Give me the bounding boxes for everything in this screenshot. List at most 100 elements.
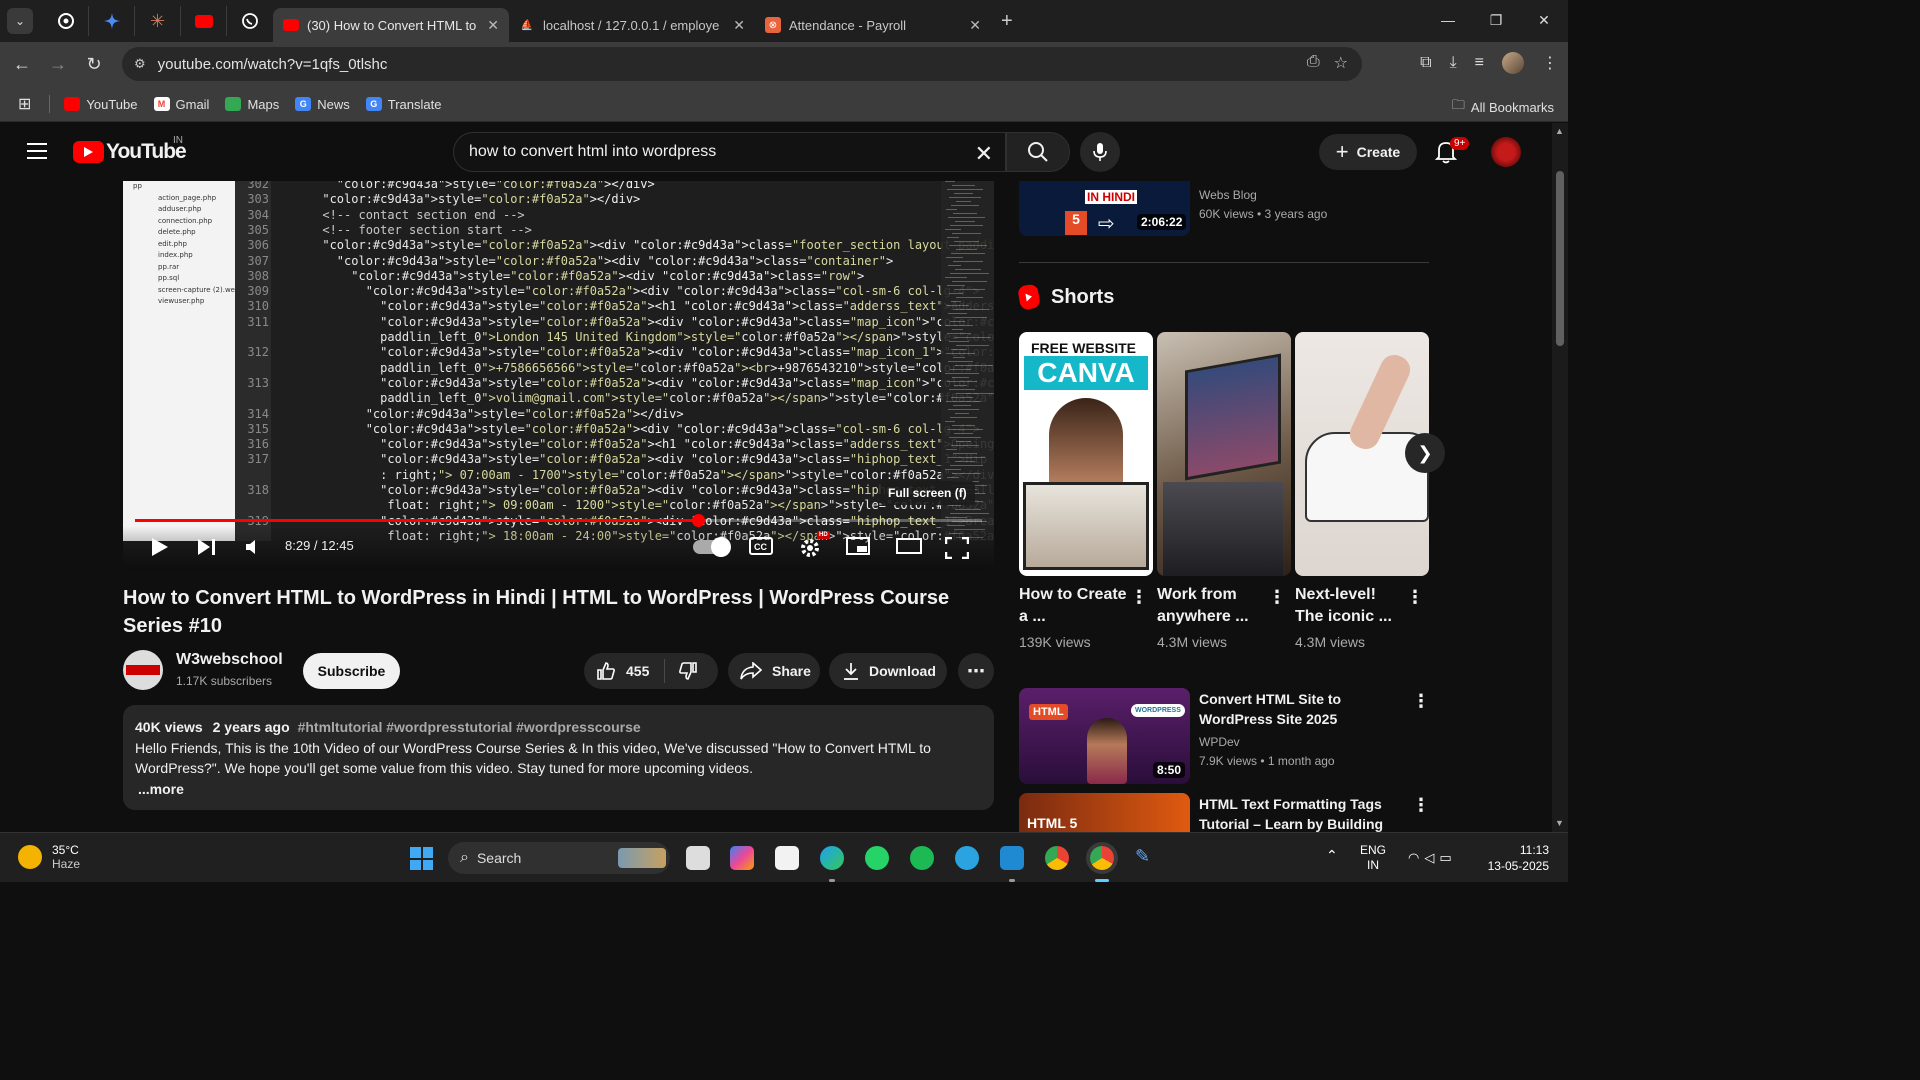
- extensions-icon[interactable]: ⧉: [1420, 54, 1431, 72]
- pen-icon[interactable]: ✎: [1135, 846, 1159, 870]
- close-window-icon[interactable]: ✕: [1520, 0, 1568, 40]
- pinned-tab-chatgpt[interactable]: [43, 6, 89, 36]
- scrollbar-thumb[interactable]: [1556, 171, 1564, 346]
- site-info-icon[interactable]: ⚙: [134, 56, 146, 72]
- channel-name[interactable]: W3webschool: [176, 651, 283, 669]
- close-tab-icon[interactable]: ✕: [733, 17, 745, 34]
- restore-icon[interactable]: ❐: [1472, 0, 1520, 40]
- chrome-icon[interactable]: [1045, 846, 1069, 870]
- profile-avatar[interactable]: [1502, 52, 1524, 74]
- pinned-tab-whatsapp[interactable]: [227, 6, 273, 36]
- bookmark-news[interactable]: G News: [295, 97, 350, 112]
- tab-search-menu-button[interactable]: ⌄: [7, 8, 33, 34]
- hashtags[interactable]: #htmltutorial #wordpresstutorial #wordpr…: [298, 719, 641, 735]
- short-menu-icon[interactable]: ⋮: [1406, 588, 1424, 606]
- scroll-up-icon[interactable]: ▲: [1555, 126, 1564, 136]
- download-button[interactable]: Download: [829, 653, 947, 689]
- whatsapp-icon[interactable]: [865, 846, 889, 870]
- new-tab-button[interactable]: +: [1001, 10, 1013, 33]
- video-menu-icon[interactable]: ⋮: [1412, 692, 1430, 710]
- media-controls-icon[interactable]: ≡: [1475, 54, 1484, 72]
- bookmark-maps[interactable]: Maps: [225, 97, 279, 112]
- related-channel-name[interactable]: WPDev: [1199, 735, 1240, 749]
- spotify-icon[interactable]: [910, 846, 934, 870]
- telegram-icon[interactable]: [955, 846, 979, 870]
- shorts-next-button[interactable]: ❯: [1405, 433, 1445, 473]
- settings-gear-icon[interactable]: [799, 537, 821, 559]
- related-video-thumbnail[interactable]: HTML 5: [1019, 793, 1190, 832]
- more-actions-icon[interactable]: ⋯: [958, 653, 994, 689]
- search-button[interactable]: [1006, 132, 1070, 172]
- windows-start-icon[interactable]: [410, 847, 433, 870]
- video-player[interactable]: pp action_page.php adduser.php connectio…: [123, 181, 994, 571]
- autoplay-toggle[interactable]: [693, 537, 731, 557]
- microsoft-store-icon[interactable]: [775, 846, 799, 870]
- play-icon[interactable]: [151, 537, 169, 557]
- video-description[interactable]: 40K views 2 years ago #htmltutorial #wor…: [123, 705, 994, 810]
- subscribe-button[interactable]: Subscribe: [303, 653, 400, 689]
- dislike-button[interactable]: [678, 661, 698, 684]
- video-menu-icon[interactable]: ⋮: [1412, 796, 1430, 814]
- back-icon[interactable]: ←: [4, 54, 40, 75]
- create-button[interactable]: + Create: [1319, 134, 1417, 170]
- short-menu-icon[interactable]: ⋮: [1268, 588, 1286, 606]
- apps-grid-icon[interactable]: ⊞: [18, 94, 31, 114]
- bookmark-star-icon[interactable]: ☆: [1334, 53, 1348, 73]
- minimize-icon[interactable]: —: [1424, 0, 1472, 40]
- copilot-icon[interactable]: [730, 846, 754, 870]
- taskbar-search[interactable]: ⌕ Search: [448, 842, 670, 874]
- short-menu-icon[interactable]: ⋮: [1130, 588, 1148, 606]
- channel-avatar[interactable]: [123, 650, 163, 690]
- language-indicator[interactable]: ENG IN: [1360, 843, 1386, 873]
- share-button[interactable]: Share: [728, 653, 820, 689]
- related-video-title[interactable]: Convert HTML Site to WordPress Site 2025: [1199, 689, 1399, 729]
- theater-mode-icon[interactable]: [896, 537, 922, 555]
- tab-attendance[interactable]: ⊗ Attendance - Payroll ✕: [755, 8, 991, 42]
- voice-search-button[interactable]: [1080, 132, 1120, 172]
- reload-icon[interactable]: ↻: [76, 54, 112, 75]
- fullscreen-icon[interactable]: [945, 537, 969, 559]
- wifi-volume-battery-icons[interactable]: ◠◁▭: [1408, 850, 1457, 866]
- miniplayer-icon[interactable]: [846, 537, 870, 555]
- next-video-icon[interactable]: [197, 537, 217, 557]
- close-tab-icon[interactable]: ✕: [487, 17, 499, 34]
- vscode-icon[interactable]: [1000, 846, 1024, 870]
- pinned-tab-claude[interactable]: ✳: [135, 6, 181, 36]
- short-title[interactable]: Work from anywhere ...: [1157, 584, 1267, 628]
- chrome-menu-icon[interactable]: ⋮: [1542, 53, 1558, 73]
- like-button[interactable]: 455: [584, 661, 649, 681]
- guide-menu-icon[interactable]: [27, 143, 47, 164]
- bookmark-youtube[interactable]: YouTube: [64, 97, 138, 112]
- short-title[interactable]: How to Create a ...: [1019, 584, 1129, 628]
- close-tab-icon[interactable]: ✕: [969, 17, 981, 34]
- pinned-tab-youtube[interactable]: [181, 6, 227, 36]
- system-clock[interactable]: 11:13 13-05-2025: [1483, 842, 1549, 874]
- downloads-icon[interactable]: ⤓: [1450, 54, 1457, 72]
- search-input[interactable]: how to convert html into wordpress ✕: [453, 132, 1006, 172]
- short-title[interactable]: Next-level! The iconic ...: [1295, 584, 1405, 628]
- related-channel-name[interactable]: Webs Blog: [1199, 188, 1257, 202]
- bookmark-gmail[interactable]: M Gmail: [153, 97, 209, 112]
- forward-icon[interactable]: →: [40, 54, 76, 75]
- short-thumbnail[interactable]: [1157, 332, 1291, 576]
- account-avatar[interactable]: [1491, 137, 1521, 167]
- install-app-icon[interactable]: ⎙: [1307, 53, 1320, 73]
- show-hidden-icons[interactable]: ⌃: [1326, 847, 1338, 864]
- volume-icon[interactable]: [244, 537, 264, 557]
- task-view-icon[interactable]: [686, 846, 710, 870]
- clear-search-icon[interactable]: ✕: [975, 141, 993, 167]
- address-bar[interactable]: ⚙ youtube.com/watch?v=1qfs_0tlshc ⎙ ☆: [122, 47, 1362, 81]
- progress-scrubber[interactable]: [692, 514, 705, 527]
- show-more-link[interactable]: ...more: [138, 779, 982, 800]
- related-video-thumbnail[interactable]: HTML WORDPRESS 8:50: [1019, 688, 1190, 784]
- edge-icon[interactable]: [820, 846, 844, 870]
- short-thumbnail[interactable]: FREE WEBSITE CANVA: [1019, 332, 1153, 576]
- related-video-thumbnail[interactable]: IN HINDI 5 ⇨ 2:06:22: [1019, 181, 1190, 236]
- captions-icon[interactable]: CC: [749, 537, 773, 555]
- chrome-active-icon[interactable]: [1090, 846, 1114, 870]
- all-bookmarks-button[interactable]: 🗀 All Bookmarks: [1452, 96, 1554, 118]
- tab-phpmyadmin[interactable]: ⛵ localhost / 127.0.0.1 / employe ✕: [509, 8, 755, 42]
- tab-youtube-video[interactable]: (30) How to Convert HTML to W ✕: [273, 8, 509, 42]
- bookmark-translate[interactable]: G Translate: [365, 97, 441, 112]
- page-scrollbar[interactable]: ▲ ▼: [1552, 123, 1568, 832]
